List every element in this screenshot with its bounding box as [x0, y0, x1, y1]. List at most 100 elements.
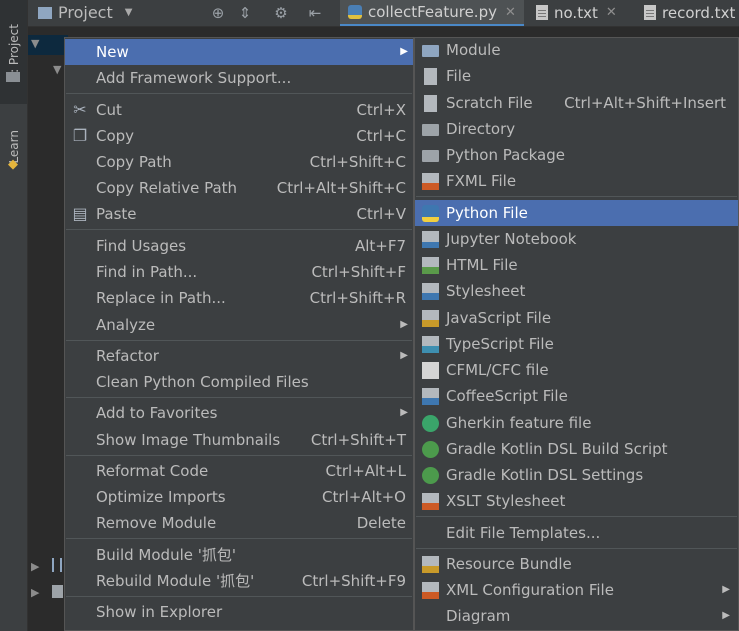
submenu-item-scratch-file[interactable]: Scratch File Ctrl+Alt+Shift+Insert: [415, 90, 738, 116]
collapse-arrow-icon[interactable]: ▶: [31, 560, 39, 573]
menu-item-refactor[interactable]: Refactor ▶: [65, 343, 413, 369]
paste-icon: ▤: [72, 204, 88, 223]
collapse-arrow-icon[interactable]: ▶: [31, 586, 39, 599]
menu-item-rebuild-module[interactable]: Rebuild Module '抓包' Ctrl+Shift+F9: [65, 568, 413, 594]
submenu-item-file[interactable]: File: [415, 63, 738, 89]
menu-item-build-module[interactable]: Build Module '抓包': [65, 542, 413, 568]
menu-item-label: Reformat Code: [96, 462, 209, 480]
menu-item-add-to-favorites[interactable]: Add to Favorites ▶: [65, 400, 413, 426]
submenu-item-label: JavaScript File: [446, 309, 552, 327]
submenu-item-cfml-file[interactable]: CFML/CFC file: [415, 357, 738, 383]
expand-arrow-icon[interactable]: ▼: [53, 63, 61, 76]
menu-item-label: Optimize Imports: [96, 488, 226, 506]
submenu-item-xml-config-file[interactable]: XML Configuration File ▶: [415, 577, 738, 603]
submenu-item-gradle-build-script[interactable]: Gradle Kotlin DSL Build Script: [415, 436, 738, 462]
submenu-item-label: FXML File: [446, 172, 517, 190]
submenu-item-label: Python File: [446, 204, 528, 222]
tab-record-txt[interactable]: record.txt: [636, 0, 739, 25]
submenu-item-gradle-settings[interactable]: Gradle Kotlin DSL Settings: [415, 462, 738, 488]
project-tool-tab[interactable]: 1: Project: [0, 0, 27, 104]
fxml-file-icon: [422, 173, 439, 190]
menu-separator: [66, 93, 412, 94]
submenu-item-gherkin-file[interactable]: Gherkin feature file: [415, 410, 738, 436]
menu-item-find-in-path[interactable]: Find in Path... Ctrl+Shift+F: [65, 259, 413, 285]
tab-no-txt[interactable]: no.txt ✕: [528, 0, 625, 25]
menu-item-label: Find Usages: [96, 237, 187, 255]
menu-item-analyze[interactable]: Analyze ▶: [65, 312, 413, 338]
css-file-icon: [422, 283, 439, 300]
close-icon[interactable]: ✕: [505, 5, 516, 20]
submenu-item-edit-file-templates[interactable]: Edit File Templates...: [415, 520, 738, 546]
collapse-icon[interactable]: ⇕: [236, 4, 254, 22]
submenu-item-label: TypeScript File: [446, 335, 554, 353]
hide-panel-icon[interactable]: ⇤: [306, 4, 324, 22]
xml-file-icon: [422, 582, 439, 599]
submenu-item-jupyter-notebook[interactable]: Jupyter Notebook: [415, 226, 738, 252]
submenu-item-label: Stylesheet: [446, 282, 526, 300]
submenu-item-module[interactable]: Module: [415, 37, 738, 63]
project-icon: [38, 6, 52, 19]
tab-collectfeature[interactable]: collectFeature.py ✕: [340, 0, 524, 26]
submenu-item-label: Scratch File: [446, 94, 533, 112]
scissors-icon: ✂: [73, 100, 87, 119]
menu-item-show-thumbnails[interactable]: Show Image Thumbnails Ctrl+Shift+T: [65, 427, 413, 453]
menu-item-optimize-imports[interactable]: Optimize Imports Ctrl+Alt+O: [65, 484, 413, 510]
submenu-item-javascript-file[interactable]: JavaScript File: [415, 305, 738, 331]
submenu-item-typescript-file[interactable]: TypeScript File: [415, 331, 738, 357]
gradle-icon: [422, 467, 439, 484]
menu-item-shortcut: Ctrl+Shift+T: [310, 431, 406, 449]
folder-icon: [6, 72, 20, 82]
menu-item-replace-in-path[interactable]: Replace in Path... Ctrl+Shift+R: [65, 285, 413, 311]
chevron-right-icon: ▶: [400, 350, 408, 361]
submenu-item-label: Gradle Kotlin DSL Build Script: [446, 440, 668, 458]
menu-separator: [416, 548, 737, 549]
submenu-item-diagram[interactable]: Diagram ▶: [415, 603, 738, 629]
project-tree: ▼ ▼ ▶ ▶: [28, 27, 68, 631]
menu-item-shortcut: Ctrl+Alt+O: [322, 488, 406, 506]
submenu-item-directory[interactable]: Directory: [415, 116, 738, 142]
menu-item-show-in-explorer[interactable]: Show in Explorer: [65, 599, 413, 625]
menu-item-cut[interactable]: ✂ Cut Ctrl+X: [65, 97, 413, 123]
menu-item-copy-path[interactable]: Copy Path Ctrl+Shift+C: [65, 149, 413, 175]
submenu-item-stylesheet[interactable]: Stylesheet: [415, 278, 738, 304]
gear-icon[interactable]: ⚙: [272, 4, 290, 22]
submenu-item-coffeescript-file[interactable]: CoffeeScript File: [415, 383, 738, 409]
html-file-icon: [422, 257, 439, 274]
submenu-item-fxml-file[interactable]: FXML File: [415, 168, 738, 194]
close-icon[interactable]: ✕: [606, 5, 617, 20]
jupyter-icon: [422, 231, 439, 248]
menu-item-find-usages[interactable]: Find Usages Alt+F7: [65, 233, 413, 259]
menu-item-label: Cut: [96, 101, 122, 119]
module-icon: [422, 45, 439, 57]
cfml-file-icon: [422, 362, 439, 379]
menu-item-label: Add Framework Support...: [96, 69, 292, 87]
menu-item-label: Build Module '抓包': [96, 546, 236, 564]
menu-item-label: Add to Favorites: [96, 404, 218, 422]
submenu-item-resource-bundle[interactable]: Resource Bundle: [415, 551, 738, 577]
menu-item-shortcut: Ctrl+Alt+L: [325, 462, 407, 480]
menu-item-reformat-code[interactable]: Reformat Code Ctrl+Alt+L: [65, 458, 413, 484]
menu-item-copy[interactable]: ❐ Copy Ctrl+C: [65, 123, 413, 149]
expand-arrow-icon[interactable]: ▼: [31, 37, 39, 50]
submenu-item-label: Diagram: [446, 607, 511, 625]
xslt-file-icon: [422, 493, 439, 510]
chevron-down-icon: ▼: [124, 7, 133, 18]
menu-item-add-framework-support[interactable]: Add Framework Support...: [65, 65, 413, 91]
locate-icon[interactable]: ⊕: [209, 4, 227, 22]
submenu-item-label: CFML/CFC file: [446, 361, 549, 379]
learn-icon: ◆: [8, 157, 18, 172]
context-menu: New ▶ Add Framework Support... ✂ Cut Ctr…: [64, 37, 414, 631]
menu-item-label: Refactor: [96, 347, 159, 365]
submenu-item-xslt-stylesheet[interactable]: XSLT Stylesheet: [415, 488, 738, 514]
menu-item-copy-relative-path[interactable]: Copy Relative Path Ctrl+Alt+Shift+C: [65, 175, 413, 201]
menu-item-paste[interactable]: ▤ Paste Ctrl+V: [65, 201, 413, 227]
menu-item-new[interactable]: New ▶: [65, 39, 413, 65]
menu-item-clean-compiled[interactable]: Clean Python Compiled Files: [65, 369, 413, 395]
menu-item-remove-module[interactable]: Remove Module Delete: [65, 510, 413, 536]
folder-icon: [422, 124, 439, 136]
submenu-item-python-package[interactable]: Python Package: [415, 142, 738, 168]
submenu-item-label: Edit File Templates...: [446, 524, 601, 542]
project-view-dropdown[interactable]: Project ▼: [38, 3, 132, 22]
submenu-item-python-file[interactable]: Python File: [415, 200, 738, 226]
submenu-item-html-file[interactable]: HTML File: [415, 252, 738, 278]
